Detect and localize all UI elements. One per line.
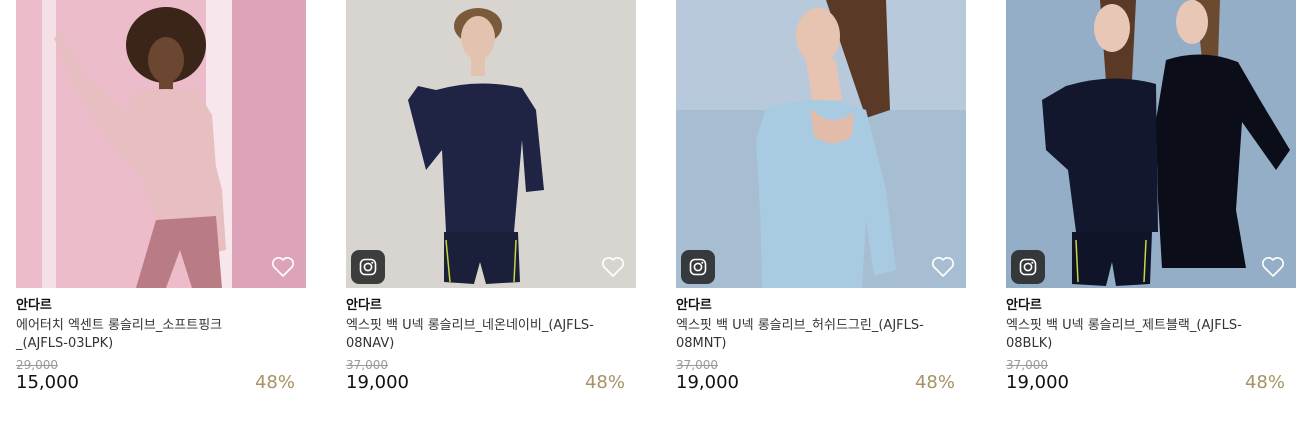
product-photo (676, 0, 966, 288)
instagram-icon (1019, 258, 1037, 276)
instagram-badge[interactable] (351, 250, 385, 284)
product-card[interactable]: 안다르 엑스핏 백 U넥 롱슬리브_제트블랙_(AJFLS- 08BLK) 37… (1006, 0, 1296, 396)
brand-name: 안다르 (16, 298, 52, 313)
product-card[interactable]: 안다르 엑스핏 백 U넥 롱슬리브_네온네이비_(AJFLS- 08NAV) 3… (346, 0, 636, 396)
brand-name: 안다르 (1006, 298, 1042, 313)
sale-price: 19,000 (676, 372, 739, 393)
product-image[interactable] (346, 0, 636, 288)
product-image[interactable] (16, 0, 306, 288)
heart-outline-icon[interactable] (931, 256, 955, 278)
heart-outline-icon[interactable] (601, 256, 625, 278)
product-name-line: _(AJFLS-03LPK) (16, 336, 114, 351)
product-name[interactable]: 엑스핏 백 U넥 롱슬리브_제트블랙_(AJFLS- 08BLK) (1006, 317, 1268, 353)
product-photo (346, 0, 636, 288)
product-name-line: 엑스핏 백 U넥 롱슬리브_허쉬드그린_(AJFLS- (676, 318, 924, 333)
product-photo (1006, 0, 1296, 288)
product-image[interactable] (1006, 0, 1296, 288)
original-price: 37,000 (676, 358, 718, 372)
instagram-badge[interactable] (1011, 250, 1045, 284)
original-price: 29,000 (16, 358, 58, 372)
sale-price: 15,000 (16, 372, 79, 393)
heart-outline-icon[interactable] (1261, 256, 1285, 278)
instagram-badge[interactable] (681, 250, 715, 284)
product-photo (16, 0, 306, 288)
product-name-line: 엑스핏 백 U넥 롱슬리브_네온네이비_(AJFLS- (346, 318, 594, 333)
sale-price: 19,000 (346, 372, 409, 393)
discount-rate: 48% (254, 372, 295, 393)
product-name[interactable]: 엑스핏 백 U넥 롱슬리브_허쉬드그린_(AJFLS- 08MNT) (676, 317, 938, 353)
discount-rate: 48% (914, 372, 955, 393)
instagram-icon (359, 258, 377, 276)
brand-name: 안다르 (346, 298, 382, 313)
sale-price: 19,000 (1006, 372, 1069, 393)
product-image[interactable] (676, 0, 966, 288)
product-name[interactable]: 에어터치 엑센트 롱슬리브_소프트핑크 _(AJFLS-03LPK) (16, 317, 278, 353)
original-price: 37,000 (346, 358, 388, 372)
product-card[interactable]: 안다르 엑스핏 백 U넥 롱슬리브_허쉬드그린_(AJFLS- 08MNT) 3… (676, 0, 966, 396)
product-name[interactable]: 엑스핏 백 U넥 롱슬리브_네온네이비_(AJFLS- 08NAV) (346, 317, 608, 353)
product-name-line: 08MNT) (676, 336, 727, 351)
product-name-line: 08NAV) (346, 336, 395, 351)
product-name-line: 08BLK) (1006, 336, 1053, 351)
original-price: 37,000 (1006, 358, 1048, 372)
product-name-line: 에어터치 엑센트 롱슬리브_소프트핑크 (16, 318, 223, 333)
brand-name: 안다르 (676, 298, 712, 313)
discount-rate: 48% (584, 372, 625, 393)
product-name-line: 엑스핏 백 U넥 롱슬리브_제트블랙_(AJFLS- (1006, 318, 1242, 333)
heart-outline-icon[interactable] (271, 256, 295, 278)
instagram-icon (689, 258, 707, 276)
product-card[interactable]: 안다르 에어터치 엑센트 롱슬리브_소프트핑크 _(AJFLS-03LPK) 2… (16, 0, 306, 396)
discount-rate: 48% (1244, 372, 1285, 393)
